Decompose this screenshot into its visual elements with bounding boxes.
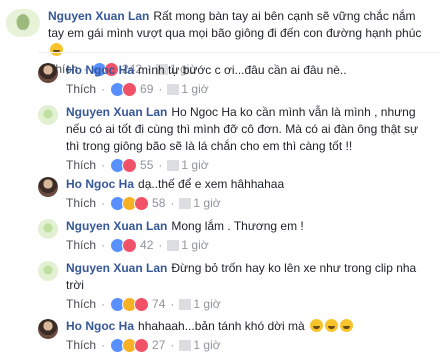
reactions-summary[interactable] xyxy=(110,337,150,353)
comment-author[interactable]: Nguyen Xuan Lan xyxy=(66,219,167,233)
avatar[interactable] xyxy=(38,319,58,339)
comment-author[interactable]: Ho Ngoc Ha xyxy=(66,177,134,191)
comment-thread: Nguyen Xuan Lan Rất mong bàn tay ai bên c… xyxy=(0,0,440,363)
separator: · xyxy=(101,158,106,172)
separator: · xyxy=(101,196,106,210)
timestamp-unit: giờ xyxy=(203,297,221,311)
avatar[interactable] xyxy=(38,63,58,83)
separator: · xyxy=(101,297,106,311)
love-reaction-icon xyxy=(134,337,150,353)
separator: · xyxy=(158,158,163,172)
love-reaction-icon xyxy=(122,157,138,173)
like-button[interactable]: Thích xyxy=(66,297,96,311)
reactions-summary[interactable] xyxy=(110,296,150,312)
comment-author[interactable]: Nguyen Xuan Lan xyxy=(66,261,167,275)
reactions-summary[interactable] xyxy=(110,237,138,253)
redaction-mask xyxy=(167,239,180,251)
comment-author[interactable]: Ho Ngoc Ha xyxy=(66,319,134,333)
timestamp-value[interactable]: 1 xyxy=(181,238,188,252)
reaction-count[interactable]: 42 xyxy=(140,238,153,252)
reactions-summary[interactable] xyxy=(110,195,150,211)
like-button[interactable]: Thích xyxy=(66,238,96,252)
love-reaction-icon xyxy=(122,237,138,253)
separator: · xyxy=(101,338,106,352)
separator: · xyxy=(101,238,106,252)
timestamp-value[interactable]: 1 xyxy=(193,338,200,352)
reply-item: Nguyen Xuan Lan Ho Ngoc Ha ko cần mình vẫ… xyxy=(38,104,434,173)
like-button[interactable]: Thích xyxy=(66,338,96,352)
reactions-summary[interactable] xyxy=(110,81,138,97)
comment-text: mình tự bước c ơi...đâu cần ai đâu nè.. xyxy=(138,63,347,77)
comment-text: hhahaah...bản tánh khó dời mà xyxy=(138,319,305,333)
comment-author[interactable]: Nguyen Xuan Lan xyxy=(48,9,149,23)
reaction-count[interactable]: 74 xyxy=(152,297,165,311)
avatar[interactable] xyxy=(38,177,58,197)
laughing-emoji-icon xyxy=(310,319,324,332)
redaction-mask xyxy=(167,83,180,95)
separator: · xyxy=(170,196,175,210)
comment-author[interactable]: Nguyen Xuan Lan xyxy=(66,105,167,119)
like-button[interactable]: Thích xyxy=(66,158,96,172)
blush-emoji-icon xyxy=(50,43,63,56)
timestamp-value[interactable]: 1 xyxy=(193,196,200,210)
separator: · xyxy=(101,82,106,96)
redaction-mask xyxy=(179,197,192,209)
timestamp-unit: giờ xyxy=(191,158,209,172)
love-reaction-icon xyxy=(122,81,138,97)
timestamp-unit: giờ xyxy=(203,338,221,352)
timestamp-value[interactable]: 1 xyxy=(181,158,188,172)
avatar[interactable] xyxy=(6,9,40,37)
reaction-count[interactable]: 58 xyxy=(152,196,165,210)
redaction-mask xyxy=(167,159,180,171)
reply-item: Nguyen Xuan Lan Đừng bỏ trốn hay ko lên x… xyxy=(38,260,434,312)
separator: · xyxy=(170,338,175,352)
divider xyxy=(38,52,440,53)
comment-author[interactable]: Ho Ngoc Ha xyxy=(66,63,134,77)
timestamp-value[interactable]: 1 xyxy=(181,82,188,96)
love-reaction-icon xyxy=(134,195,150,211)
avatar[interactable] xyxy=(38,219,58,239)
laughing-emoji-icon xyxy=(340,319,354,332)
timestamp-value[interactable]: 1 xyxy=(193,297,200,311)
timestamp-unit: giờ xyxy=(203,196,221,210)
redaction-mask xyxy=(179,298,192,310)
reply-item: Nguyen Xuan Lan Mong lắm . Thương em ! Th… xyxy=(38,218,434,253)
separator: · xyxy=(170,297,175,311)
love-reaction-icon xyxy=(134,296,150,312)
avatar[interactable] xyxy=(38,105,58,125)
reaction-count[interactable]: 55 xyxy=(140,158,153,172)
timestamp-unit: giờ xyxy=(191,82,209,96)
redaction-mask xyxy=(179,339,192,351)
reaction-count[interactable]: 27 xyxy=(152,338,165,352)
avatar[interactable] xyxy=(38,261,58,281)
reply-item: Ho Ngoc Ha hhahaah...bản tánh khó dời mà … xyxy=(38,318,434,353)
reactions-summary[interactable] xyxy=(110,157,138,173)
reaction-count[interactable]: 69 xyxy=(140,82,153,96)
separator: · xyxy=(158,238,163,252)
reply-item: Ho Ngoc Ha mình tự bước c ơi...đâu cần ai… xyxy=(38,62,434,97)
reply-item: Ho Ngoc Ha dạ..thế để e xem hâhhahaa Thíc… xyxy=(38,176,434,211)
like-button[interactable]: Thích xyxy=(66,196,96,210)
laughing-emoji-icon xyxy=(325,319,339,332)
comment-text: Mong lắm . Thương em ! xyxy=(171,219,304,233)
separator: · xyxy=(158,82,163,96)
comment-text: dạ..thế để e xem hâhhahaa xyxy=(138,177,285,191)
like-button[interactable]: Thích xyxy=(66,82,96,96)
timestamp-unit: giờ xyxy=(191,238,209,252)
